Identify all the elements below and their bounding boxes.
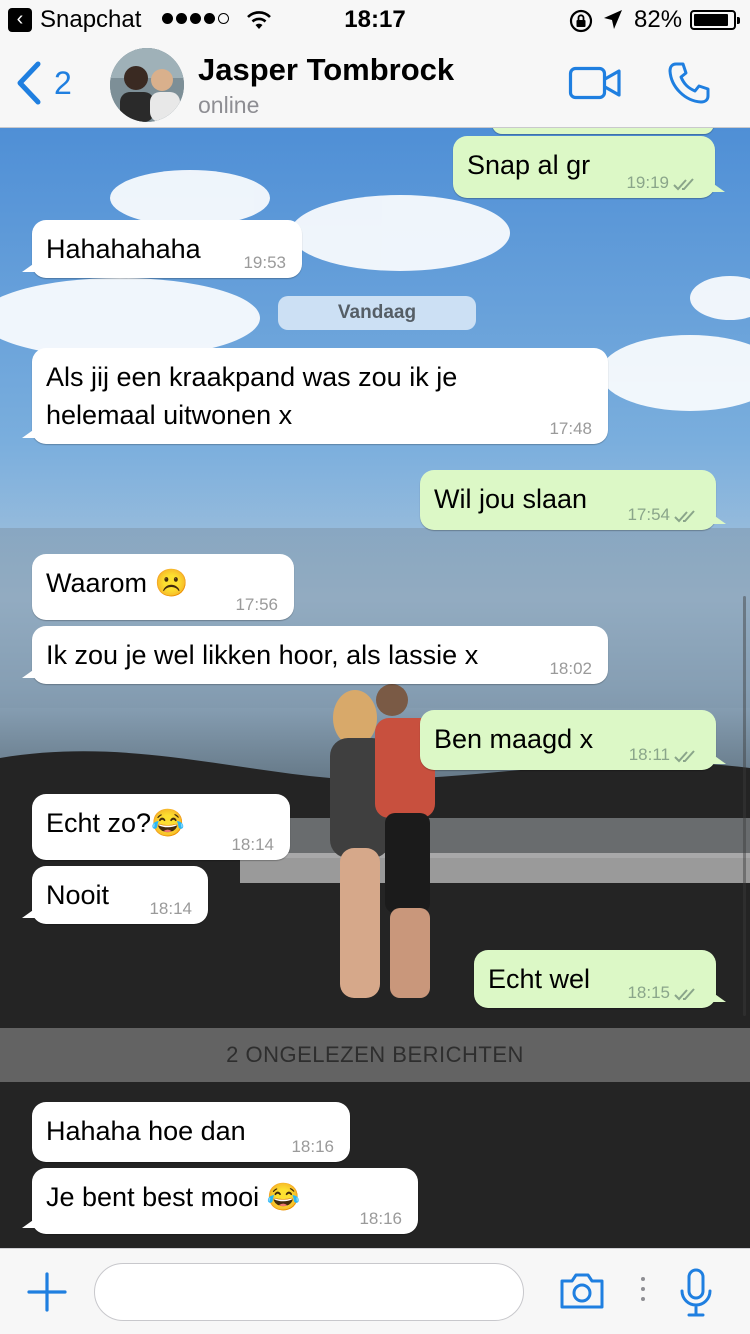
date-separator: Vandaag: [278, 296, 476, 330]
unread-chats-count: 2: [54, 64, 72, 101]
message-input[interactable]: [94, 1263, 524, 1321]
more-options-icon[interactable]: [641, 1277, 645, 1301]
message-text: Hahaha hoe dan: [46, 1116, 246, 1146]
plus-icon[interactable]: [26, 1271, 68, 1313]
status-bar: ‹ Snapchat 18:17 82%: [0, 0, 750, 40]
message-time: 19:19: [626, 173, 669, 192]
message-text: Als jij een kraakpand was zou ik je hele…: [46, 362, 458, 430]
message-time: 18:16: [359, 1209, 402, 1228]
message-time: 18:16: [291, 1137, 334, 1156]
double-check-icon: [674, 988, 695, 1001]
message-text: Nooit: [46, 880, 110, 910]
message-list[interactable]: Snap al gr 19:19 Hahahahaha 19:53 Vandaa…: [0, 128, 750, 1248]
message-time: 18:14: [231, 835, 274, 854]
double-check-icon: [674, 750, 695, 763]
video-camera-icon[interactable]: [568, 66, 622, 100]
double-check-icon: [673, 178, 694, 191]
camera-icon[interactable]: [558, 1271, 606, 1311]
chat-header: 2 Jasper Tombrock online: [0, 40, 750, 128]
battery-percentage: 82%: [634, 6, 683, 33]
message-bubble[interactable]: Wil jou slaan 17:54: [420, 470, 726, 530]
message-text: Je bent best mooi 😂: [46, 1182, 301, 1212]
rotation-lock-icon: [569, 9, 593, 33]
message-bubble[interactable]: Je bent best mooi 😂 18:16: [22, 1168, 418, 1234]
unread-messages-separator: 2 ONGELEZEN BERICHTEN: [0, 1028, 750, 1082]
message-text: Hahahahaha: [46, 234, 201, 264]
message-text: Snap al gr: [467, 150, 591, 180]
message-bubble-partial: [492, 128, 714, 134]
message-bubble[interactable]: Nooit 18:14: [22, 866, 208, 924]
message-bubble[interactable]: Ik zou je wel likken hoor, als lassie x …: [22, 626, 608, 684]
message-bubble[interactable]: Hahaha hoe dan 18:16: [32, 1102, 350, 1162]
location-icon: [604, 10, 622, 29]
message-time: 17:56: [235, 595, 278, 614]
message-text: Echt wel: [488, 964, 591, 994]
phone-icon[interactable]: [666, 60, 712, 106]
message-time: 19:53: [243, 253, 286, 272]
message-bubble[interactable]: Waarom ☹️ 17:56: [32, 554, 294, 620]
avatar[interactable]: [110, 48, 184, 122]
message-time: 18:15: [627, 983, 670, 1002]
message-time: 17:48: [549, 419, 592, 438]
message-text: Waarom ☹️: [46, 568, 189, 598]
message-time: 17:54: [627, 505, 670, 524]
chevron-left-icon: [17, 61, 41, 105]
message-text: Echt zo?😂: [46, 808, 185, 838]
double-check-icon: [674, 510, 695, 523]
contact-status: online: [198, 92, 260, 118]
message-bubble[interactable]: Snap al gr 19:19: [453, 136, 725, 198]
scrollbar[interactable]: [743, 596, 746, 1016]
battery-icon: [690, 10, 740, 30]
contact-name[interactable]: Jasper Tombrock: [198, 52, 454, 88]
message-bubble[interactable]: Ben maagd x 18:11: [420, 710, 726, 770]
message-text: Ben maagd x: [434, 724, 594, 754]
message-text: Ik zou je wel likken hoor, als lassie x: [46, 640, 479, 670]
message-text: Wil jou slaan: [434, 484, 588, 514]
back-button[interactable]: 2: [14, 60, 72, 106]
message-bubble[interactable]: Echt wel 18:15: [474, 950, 726, 1008]
message-bubble[interactable]: Echt zo?😂 18:14: [32, 794, 290, 860]
message-bubble[interactable]: Als jij een kraakpand was zou ik je hele…: [22, 348, 608, 444]
message-bubble[interactable]: Hahahahaha 19:53: [22, 220, 302, 278]
microphone-icon[interactable]: [678, 1267, 714, 1319]
compose-bar: [0, 1248, 750, 1334]
message-time: 18:14: [149, 899, 192, 918]
message-time: 18:11: [628, 745, 670, 764]
message-time: 18:02: [549, 659, 592, 678]
